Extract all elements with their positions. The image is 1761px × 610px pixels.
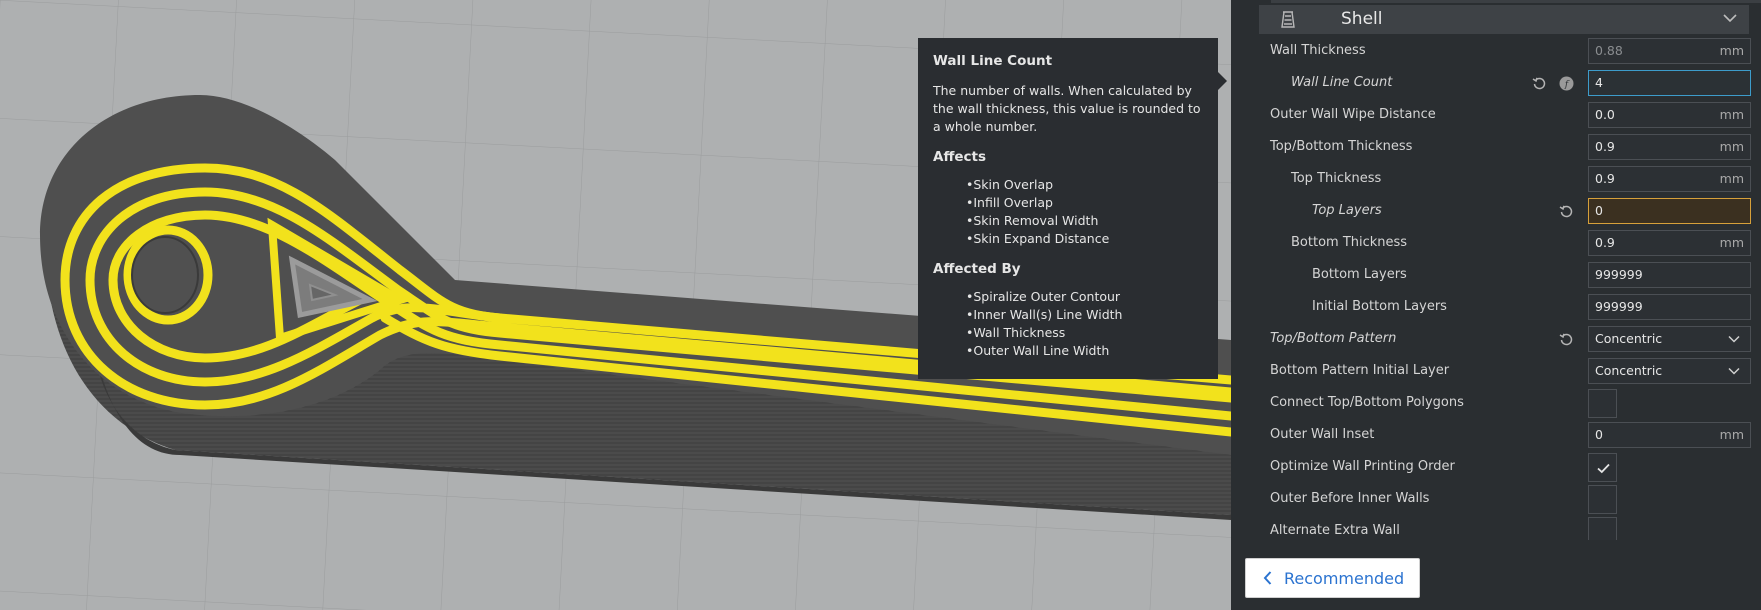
setting-label: Optimize Wall Printing Order — [1270, 459, 1455, 474]
setting-label: Wall Thickness — [1270, 43, 1366, 58]
list-item: Outer Wall Line Width — [966, 342, 1203, 360]
list-item: Infill Overlap — [966, 194, 1203, 212]
setting-label: Top Thickness — [1291, 171, 1382, 186]
setting-row-initial-bottom-layers: Initial Bottom Layers 999999 — [1231, 292, 1761, 324]
setting-label: Bottom Thickness — [1291, 235, 1408, 250]
list-item: Spiralize Outer Contour — [966, 288, 1203, 306]
setting-label: Top Layers — [1312, 203, 1382, 218]
wall-thickness-input[interactable]: 0.88 mm — [1588, 38, 1751, 64]
setting-label: Connect Top/Bottom Polygons — [1270, 395, 1464, 410]
bottom-pattern-initial-select[interactable]: Concentric — [1588, 358, 1751, 384]
wall-line-count-input[interactable]: 4 — [1588, 70, 1751, 96]
connect-polygons-checkbox[interactable] — [1588, 389, 1617, 418]
outer-wall-inset-input[interactable]: 0 mm — [1588, 422, 1751, 448]
field-value: 0.9 — [1595, 139, 1615, 154]
field-value: 0 — [1595, 427, 1603, 442]
field-unit: mm — [1719, 139, 1744, 154]
list-item: Inner Wall(s) Line Width — [966, 306, 1203, 324]
setting-row-optimize-wall-order: Optimize Wall Printing Order — [1231, 452, 1761, 484]
recommended-label: Recommended — [1284, 569, 1405, 588]
field-unit: mm — [1719, 427, 1744, 442]
setting-row-wall-line-count: Wall Line Count f 4 — [1231, 68, 1761, 100]
setting-label: Alternate Extra Wall — [1270, 523, 1400, 538]
tooltip-description: The number of walls. When calculated by … — [933, 83, 1201, 134]
tooltip-affects-list: Skin Overlap Infill Overlap Skin Removal… — [933, 176, 1203, 248]
setting-label: Outer Before Inner Walls — [1270, 491, 1430, 506]
setting-label: Top/Bottom Thickness — [1270, 139, 1413, 154]
outer-before-inner-checkbox[interactable] — [1588, 485, 1617, 514]
top-thickness-input[interactable]: 0.9 mm — [1588, 166, 1751, 192]
initial-bottom-layers-input[interactable]: 999999 — [1588, 294, 1751, 320]
list-item: Skin Removal Width — [966, 212, 1203, 230]
setting-label: Top/Bottom Pattern — [1270, 331, 1397, 346]
setting-row-bottom-layers: Bottom Layers 999999 — [1231, 260, 1761, 292]
chevron-up-icon[interactable] — [1723, 13, 1737, 23]
field-value: 0.9 — [1595, 235, 1615, 250]
field-value: 999999 — [1595, 267, 1643, 282]
recommended-button[interactable]: Recommended — [1245, 558, 1420, 598]
setting-row-top-bottom-pattern: Top/Bottom Pattern Concentric — [1231, 324, 1761, 356]
field-value: Concentric — [1595, 363, 1663, 378]
setting-tooltip: Wall Line Count The number of walls. Whe… — [918, 38, 1227, 379]
checkmark-icon — [1597, 463, 1610, 474]
top-bottom-pattern-select[interactable]: Concentric — [1588, 326, 1751, 352]
panel-footer: Recommended — [1231, 540, 1761, 610]
setting-row-top-layers: Top Layers 0 — [1231, 196, 1761, 228]
setting-label: Bottom Layers — [1312, 267, 1407, 282]
field-value: 999999 — [1595, 299, 1643, 314]
list-item: Wall Thickness — [966, 324, 1203, 342]
setting-label: Outer Wall Wipe Distance — [1270, 107, 1436, 122]
chevron-down-icon — [1728, 367, 1740, 375]
outer-wall-wipe-input[interactable]: 0.0 mm — [1588, 102, 1751, 128]
tooltip-affects-heading: Affects — [933, 149, 987, 165]
field-unit: mm — [1719, 43, 1744, 58]
setting-row-outer-wall-inset: Outer Wall Inset 0 mm — [1231, 420, 1761, 452]
tooltip-affected-by-heading: Affected By — [933, 261, 1021, 277]
tooltip-affected-by-list: Spiralize Outer Contour Inner Wall(s) Li… — [933, 288, 1203, 360]
reset-icon[interactable] — [1532, 76, 1547, 91]
panel-divider — [1271, 0, 1761, 3]
setting-row-bottom-thickness: Bottom Thickness 0.9 mm — [1231, 228, 1761, 260]
setting-row-wall-thickness: Wall Thickness 0.88 mm — [1231, 36, 1761, 68]
chevron-down-icon — [1728, 335, 1740, 343]
section-title: Shell — [1341, 9, 1383, 29]
bottom-layers-input[interactable]: 999999 — [1588, 262, 1751, 288]
reset-icon[interactable] — [1559, 204, 1574, 219]
setting-row-outer-wall-wipe: Outer Wall Wipe Distance 0.0 mm — [1231, 100, 1761, 132]
setting-label: Wall Line Count — [1291, 75, 1393, 90]
list-item: Skin Expand Distance — [966, 230, 1203, 248]
field-value: 0.88 — [1595, 43, 1623, 58]
field-value: 0.9 — [1595, 171, 1615, 186]
top-layers-input[interactable]: 0 — [1588, 198, 1751, 224]
tooltip-title: Wall Line Count — [933, 53, 1053, 69]
setting-row-top-thickness: Top Thickness 0.9 mm — [1231, 164, 1761, 196]
setting-label: Initial Bottom Layers — [1312, 299, 1447, 314]
shell-section-header[interactable]: Shell — [1259, 5, 1749, 34]
formula-icon[interactable]: f — [1559, 76, 1574, 91]
chevron-left-icon — [1263, 571, 1272, 585]
top-bottom-thickness-input[interactable]: 0.9 mm — [1588, 134, 1751, 160]
setting-label: Outer Wall Inset — [1270, 427, 1375, 442]
field-value: Concentric — [1595, 331, 1663, 346]
bottom-thickness-input[interactable]: 0.9 mm — [1588, 230, 1751, 256]
setting-row-bottom-pattern-initial: Bottom Pattern Initial Layer Concentric — [1231, 356, 1761, 388]
field-value: 0 — [1595, 203, 1603, 218]
reset-icon[interactable] — [1559, 332, 1574, 347]
setting-row-top-bottom-thickness: Top/Bottom Thickness 0.9 mm — [1231, 132, 1761, 164]
field-unit: mm — [1719, 171, 1744, 186]
shell-icon — [1281, 11, 1295, 28]
setting-row-outer-before-inner: Outer Before Inner Walls — [1231, 484, 1761, 516]
optimize-wall-order-checkbox[interactable] — [1588, 453, 1617, 482]
field-unit: mm — [1719, 107, 1744, 122]
setting-label: Bottom Pattern Initial Layer — [1270, 363, 1450, 378]
field-value: 0.0 — [1595, 107, 1615, 122]
setting-row-connect-polygons: Connect Top/Bottom Polygons — [1231, 388, 1761, 420]
list-item: Skin Overlap — [966, 176, 1203, 194]
field-unit: mm — [1719, 235, 1744, 250]
print-settings-panel: Shell Wall Thickness 0.88 mm Wall Line C… — [1231, 0, 1761, 610]
field-value: 4 — [1595, 75, 1603, 90]
